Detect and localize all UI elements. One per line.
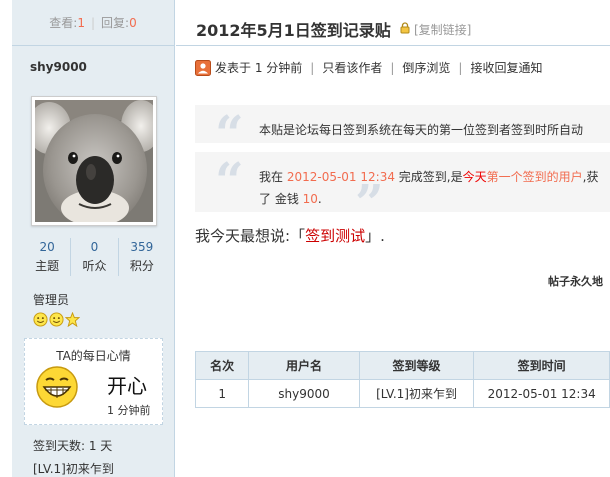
today-say: 我今天最想说:「签到测试」. [195,227,385,245]
smiley-icon [49,312,64,327]
cell-time: 2012-05-01 12:34 [473,379,610,408]
daily-mood-box: TA的每日心情 开心 1 分钟前 [24,338,163,425]
money-value: 10 [302,192,318,206]
post-content: 2012年5月1日签到记录贴 [复制链接] 发表于 1 分钟前 | 只看该作者 … [176,0,610,477]
quote-text: 本贴是论坛每日签到系统在每天的第一位签到者签到时所自动 [259,123,584,137]
today-text: 今天 [462,170,487,184]
mood-text: 开心 [107,374,147,398]
col-time: 签到时间 [473,351,610,380]
reply-notify-link[interactable]: 接收回复通知 [470,59,542,76]
grin-face-icon [36,366,78,408]
reverse-order-link[interactable]: 倒序浏览 [402,59,450,76]
checkin-level: [LV.1]初来乍到 [33,462,114,476]
post-time: 发表于 1 分钟前 [215,61,303,75]
slogan-text: 帖子永久地 [548,275,603,288]
thread-stats: 查看: 1 | 回复: 0 [12,0,174,46]
say-content: 签到测试 [305,227,366,245]
checkin-days: 签到天数: 1 天 [33,439,113,453]
views-count: 1 [77,15,85,30]
count-topics[interactable]: 20 主题 [24,238,72,276]
author-sidebar: 查看: 1 | 回复: 0 shy9000 20 主题 0 听众 359 积分 … [12,0,175,477]
only-author-link[interactable]: 只看该作者 [322,59,382,76]
post-author-icon [195,59,211,76]
rank-icons [33,312,80,327]
col-username: 用户名 [248,351,360,380]
mood-time: 1 分钟前 [107,404,151,417]
quote-open-icon: “ [215,105,244,144]
copy-link[interactable]: [复制链接] [414,21,471,38]
quote-close-icon: ” [355,173,384,213]
checkin-quote-text: 我在 2012-05-01 12:34 完成签到,是今天第一个签到的用户,获 了… [259,170,599,206]
post-meta-bar: 发表于 1 分钟前 | 只看该作者 | 倒序浏览 | 接收回复通知 [195,59,542,76]
cell-level: [LV.1]初来乍到 [358,379,475,408]
col-level: 签到等级 [358,351,475,380]
lock-icon [400,22,410,34]
star-icon [65,312,80,327]
views-label: 查看: [49,16,78,30]
author-counts: 20 主题 0 听众 359 积分 [24,238,165,276]
replies-count: 0 [129,15,137,30]
quote-box: “ 我在 2012-05-01 12:34 完成签到,是今天第一个签到的用户,获… [195,152,610,212]
first-user-text: 第一个签到的用户 [486,170,583,184]
checkin-table: 名次 用户名 签到等级 签到时间 1 shy9000 [LV.1]初来乍到 20… [194,351,610,408]
avatar[interactable] [31,96,157,226]
koala-avatar-image [35,100,153,222]
col-rank: 名次 [194,351,250,380]
cell-rank: 1 [194,379,250,408]
cell-username[interactable]: shy9000 [248,379,360,408]
quote-box: “ 本贴是论坛每日签到系统在每天的第一位签到者签到时所自动 [195,105,610,143]
thread-title: 2012年5月1日签到记录贴 [196,21,391,40]
user-group[interactable]: 管理员 [33,291,69,308]
count-credits[interactable]: 359 积分 [119,238,165,276]
smiley-icon [33,312,48,327]
author-name[interactable]: shy9000 [30,60,87,74]
table-row: 1 shy9000 [LV.1]初来乍到 2012-05-01 12:34 [194,379,610,408]
mood-title: TA的每日心情 [56,349,131,363]
replies-label: 回复: [101,16,130,30]
thread-title-bar: 2012年5月1日签到记录贴 [复制链接] [176,0,610,46]
count-followers[interactable]: 0 听众 [71,238,119,276]
quote-open-icon: “ [215,152,244,210]
table-header-row: 名次 用户名 签到等级 签到时间 [194,351,610,380]
